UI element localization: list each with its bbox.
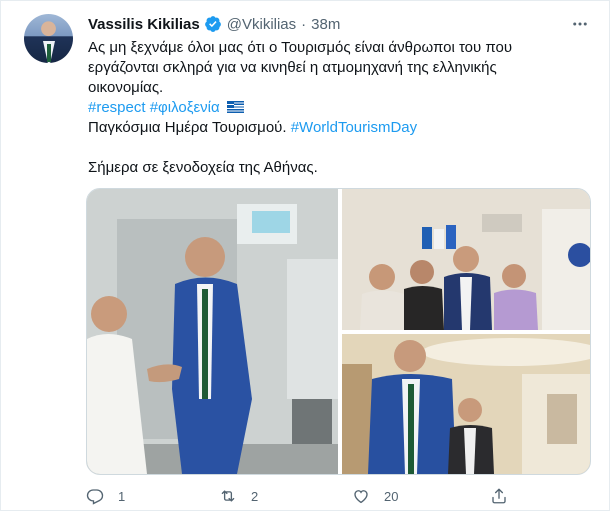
tweet-card[interactable]: Vassilis Kikilias @Vkikilias · 38m Ας μη… — [0, 0, 610, 511]
photo-lobby-illustration — [342, 334, 590, 474]
tweet-line: οικονομίας. — [88, 79, 164, 96]
tweet-line: Ας μη ξεχνάμε όλοι μας ότι ο Τουρισμός ε… — [88, 39, 513, 56]
media-grid — [86, 188, 591, 475]
like-button[interactable]: 20 — [352, 487, 398, 505]
photo-group-flags[interactable] — [342, 189, 590, 330]
share-button[interactable] — [490, 487, 508, 505]
more-options-icon — [573, 22, 587, 26]
photo-kitchen-illustration — [87, 189, 338, 474]
photo-kitchen-handshake[interactable] — [87, 189, 338, 474]
tweet-text: Ας μη ξεχνάμε όλοι μας ότι ο Τουρισμός ε… — [88, 38, 588, 178]
hashtag-filoxenia[interactable]: #φιλοξενία — [150, 99, 220, 116]
hashtag-respect[interactable]: #respect — [88, 99, 146, 116]
tweet-line: Σήμερα σε ξενοδοχεία της Αθήνας. — [88, 159, 318, 176]
reply-icon — [86, 489, 104, 505]
share-icon — [492, 488, 506, 504]
tweet-header: Vassilis Kikilias @Vkikilias · 38m — [88, 14, 340, 34]
like-icon — [354, 490, 368, 504]
separator-dot: · — [301, 15, 307, 33]
tourism-day-text: Παγκόσμια Ημέρα Τουρισμού. — [88, 119, 287, 136]
retweet-count: 2 — [251, 488, 259, 504]
hashtag-worldtourismday[interactable]: #WorldTourismDay — [291, 119, 417, 136]
photo-group-illustration — [342, 189, 590, 330]
reply-count: 1 — [118, 488, 126, 504]
greek-flag-icon — [226, 101, 244, 113]
more-options-button[interactable] — [569, 13, 591, 35]
photo-hotel-lobby[interactable] — [342, 334, 590, 474]
author-handle[interactable]: @Vkikilias — [227, 16, 296, 33]
hashtag-line: #respect #φιλοξενία — [88, 98, 588, 118]
author-name[interactable]: Vassilis Kikilias — [88, 16, 200, 33]
verified-badge-icon — [204, 16, 221, 32]
reply-button[interactable]: 1 — [86, 487, 125, 505]
tweet-actions: 1 2 20 — [86, 487, 516, 507]
tourism-day-line: Παγκόσμια Ημέρα Τουρισμού. #WorldTourism… — [88, 118, 588, 138]
avatar[interactable] — [24, 14, 73, 63]
retweet-button[interactable]: 2 — [219, 487, 258, 505]
avatar-tie — [47, 44, 51, 62]
timestamp[interactable]: 38m — [311, 16, 340, 33]
like-count: 20 — [384, 488, 399, 504]
tweet-line: εργάζονται σκληρά για να κινηθεί η ατμομ… — [88, 59, 497, 76]
retweet-icon — [221, 490, 235, 502]
